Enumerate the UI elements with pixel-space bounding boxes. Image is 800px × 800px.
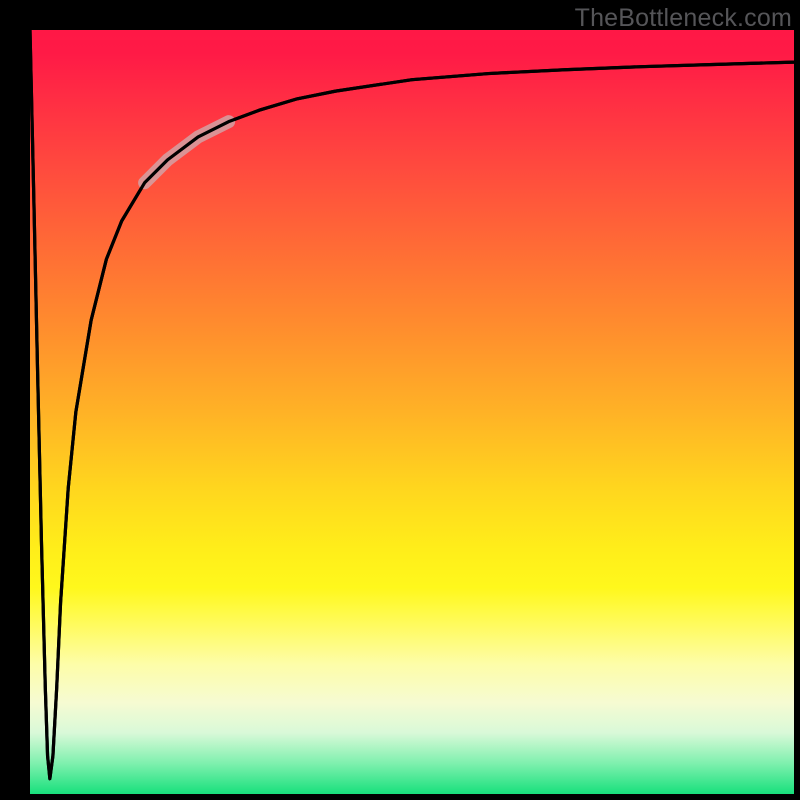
watermark-text: TheBottleneck.com [575,4,792,33]
chart-frame: TheBottleneck.com [0,0,800,800]
main-curve-top [30,30,794,779]
highlight-segment [145,122,229,183]
curve-layer [30,30,794,794]
plot-area [30,30,794,794]
main-curve [30,30,794,779]
